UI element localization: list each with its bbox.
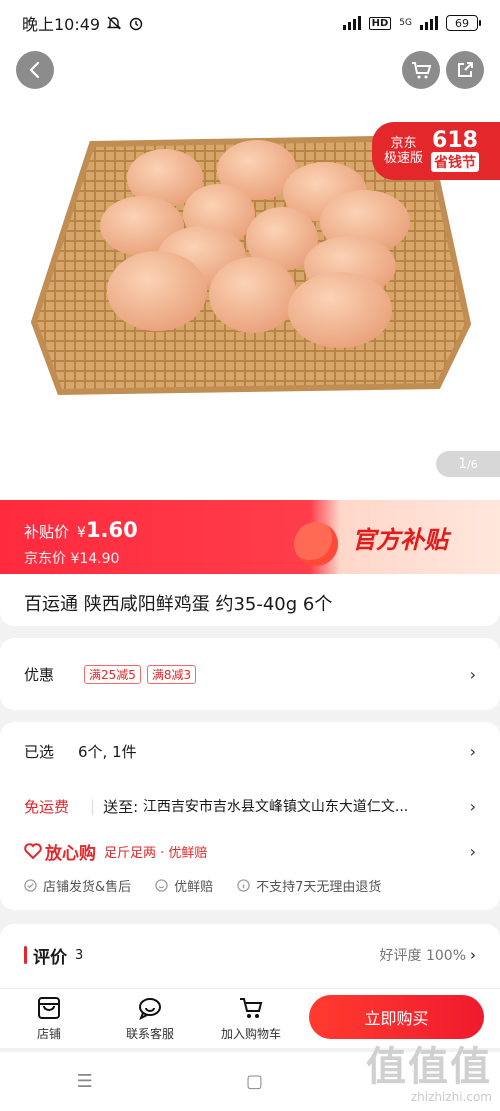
rating-label: 好评度	[379, 948, 422, 964]
jd-price-value: ¥14.90	[70, 551, 120, 567]
shipping-row[interactable]: 免运费 | 送至: 江西吉安市吉水县文峰镇文山东大道仁文... ›	[0, 780, 500, 832]
shop-button[interactable]: 店铺	[4, 995, 94, 1042]
smile-circle-icon	[155, 878, 168, 892]
chevron-left-icon	[29, 61, 40, 79]
promo-brand-line1: 京东	[390, 136, 417, 151]
free-shipping-label: 免运费	[24, 797, 70, 816]
shipping-prefix: 送至:	[103, 797, 143, 816]
selection-label: 已选	[24, 742, 55, 761]
pager-total: /6	[467, 457, 478, 471]
assurance-row[interactable]: 放心购 足斤足两 · 优鲜赔 ›	[0, 832, 500, 870]
mute-bell-icon	[106, 16, 122, 30]
assurance-item: 优鲜赔	[174, 879, 214, 895]
promo-subtitle: 省钱节	[431, 152, 480, 172]
service-label: 联系客服	[125, 1027, 174, 1041]
subsidy-price-value: 1.60	[85, 518, 138, 542]
currency-symbol: ¥	[77, 525, 86, 541]
status-time: 晚上10:49	[22, 15, 101, 34]
customer-service-button[interactable]: 联系客服	[105, 995, 195, 1042]
coupon-tag[interactable]: 满25减5	[84, 664, 141, 684]
share-icon	[458, 62, 473, 77]
system-nav-bar: ☰ ▢ ‹ 值值值 zhizhizhi.com	[0, 1045, 500, 1111]
watermark-logo: 值值值	[366, 1044, 492, 1090]
subsidy-price: ¥1.60	[77, 518, 138, 542]
chevron-right-icon: ›	[469, 664, 476, 684]
assurance-title: 放心购	[45, 843, 96, 864]
chat-smile-icon	[139, 998, 161, 1021]
add-cart-label: 加入购物车	[220, 1027, 281, 1041]
watermark-domain: zhizhizhi.com	[410, 1090, 492, 1104]
discount-card[interactable]: 优惠 满25减5 满8减3 ›	[0, 638, 500, 710]
cart-icon	[412, 62, 432, 79]
rating: 好评度 100%	[380, 945, 466, 965]
heart-shield-icon	[24, 843, 42, 859]
battery-icon: 69	[446, 15, 481, 31]
assurance-desc: 足斤足两 · 优鲜赔	[104, 845, 208, 861]
share-button[interactable]	[446, 51, 484, 89]
reviews-count: 3	[75, 947, 84, 963]
chevron-right-icon: ›	[469, 796, 476, 816]
cart-icon	[240, 998, 263, 1018]
eggs-basket-image	[30, 134, 472, 396]
home-icon[interactable]: ▢	[246, 1071, 263, 1092]
chevron-right-icon: ›	[469, 841, 476, 861]
promo-brand-line2: 极速版	[384, 151, 424, 166]
promo-618-badge: 京东 极速版 618 省钱节	[372, 122, 500, 180]
add-to-cart-button[interactable]: 加入购物车	[206, 995, 296, 1042]
assurance-item: 不支持7天无理由退货	[256, 879, 382, 895]
signal-icon	[342, 16, 361, 30]
assurance-items: 店铺发货&售后 优鲜赔 不支持7天无理由退货	[0, 870, 500, 900]
selection-value: 6个, 1件	[78, 742, 137, 761]
chevron-right-icon: ›	[470, 946, 476, 964]
assurance-item: 店铺发货&售后	[43, 879, 132, 895]
subsidy-price-label: 补贴价	[24, 523, 70, 541]
buy-now-button[interactable]: 立即购买	[309, 995, 484, 1039]
back-button[interactable]	[16, 51, 54, 89]
pager-current: 1	[458, 456, 468, 472]
options-card: 已选 6个, 1件 › 免运费 | 送至: 江西吉安市吉水县文峰镇文山东大道仁文…	[0, 722, 500, 910]
cart-button[interactable]	[402, 51, 440, 89]
product-gallery[interactable]: 京东 极速版 618 省钱节 1/6	[0, 46, 500, 500]
money-bag-icon	[294, 522, 338, 566]
hd-icon: HD	[368, 16, 392, 30]
product-title: 百运通 陕西咸阳鲜鸡蛋 约35-40g 6个	[0, 574, 500, 626]
shop-icon	[38, 997, 60, 1019]
check-circle-icon	[24, 878, 37, 892]
alarm-icon	[129, 17, 143, 31]
status-bar: 晚上10:49 HD 5G 69	[0, 0, 500, 46]
menu-icon[interactable]: ☰	[77, 1071, 93, 1092]
price-banner: 补贴价 ¥1.60 京东价 ¥14.90 官方补贴	[0, 500, 500, 574]
coupon-tag[interactable]: 满8减3	[146, 664, 197, 684]
info-circle-icon	[237, 878, 250, 892]
bottom-action-bar: 店铺 联系客服 加入购物车 立即购买	[0, 988, 500, 1048]
watermark: 值值值 zhizhizhi.com	[366, 1045, 492, 1105]
promo-number: 618	[432, 128, 478, 153]
network-type: 5G	[399, 18, 412, 28]
jd-price-label: 京东价	[24, 551, 66, 567]
image-pager: 1/6	[436, 451, 500, 477]
official-subsidy-badge: 官方补贴	[352, 525, 448, 554]
reviews-label: 评价	[33, 947, 67, 968]
shop-label: 店铺	[36, 1027, 61, 1041]
discount-label: 优惠	[24, 665, 55, 684]
signal-icon-2	[420, 16, 438, 30]
rating-value: 100%	[425, 948, 466, 964]
selection-row[interactable]: 已选 6个, 1件 ›	[0, 722, 500, 780]
chevron-right-icon: ›	[469, 741, 476, 761]
shipping-address: 江西吉安市吉水县文峰镇文山东大道仁文...	[142, 799, 409, 815]
